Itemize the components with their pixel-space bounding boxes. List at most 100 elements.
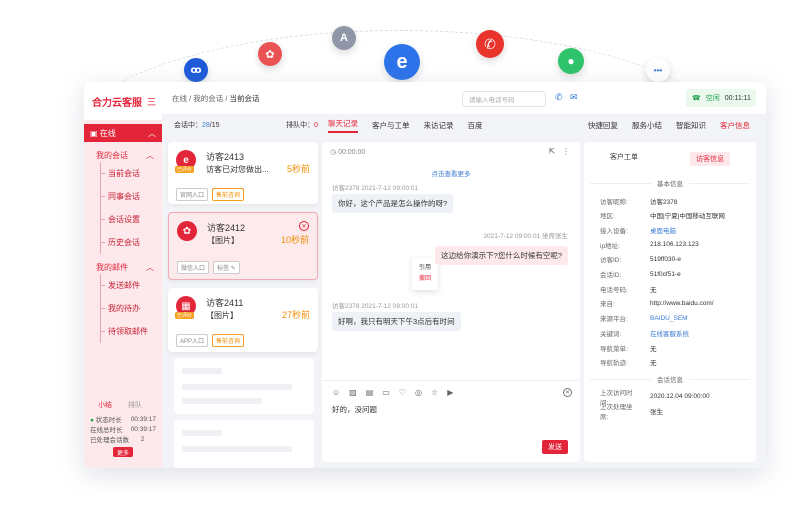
send-button[interactable]: 发送 (542, 440, 568, 454)
chevron-up-icon: ︿ (146, 262, 154, 272)
file-icon[interactable]: ▤ (366, 388, 383, 397)
session-card-active[interactable]: ✿ 访客2412 【图片】 10秒前 ✕ 微信入口 标签 ✎ (168, 212, 318, 280)
info-value[interactable]: 在线客服系统 (638, 328, 689, 338)
session-card[interactable]: ▦ 已评价 访客2411 【图片】 27秒前 APP入口 售前咨询 (168, 288, 318, 352)
tab-quick-reply[interactable]: 快捷回复 (588, 120, 618, 131)
session-card[interactable]: e 已评价 访客2413 访客已对您做出... 5秒前 官网入口 售前咨询 (168, 142, 318, 204)
info-label: ip地址: (600, 242, 620, 250)
info-label: 地区: (600, 213, 615, 221)
section-session-info: 会话信息 (584, 374, 756, 384)
message-time: 27秒前 (281, 310, 310, 320)
info-label: 来自: (600, 301, 615, 309)
nav-item-session-settings[interactable]: 会话设置 (84, 208, 162, 231)
nav-item-current-session[interactable]: 当前会话 (84, 162, 162, 185)
info-value[interactable]: BAIDU_SEM (638, 315, 688, 322)
info-row: 来自: http://www.baidu.com/ (584, 297, 714, 310)
message-input[interactable]: 好的，没问题 (332, 404, 377, 415)
info-tabs: 快捷回复 服务小结 智能知识 客户信息 (584, 114, 766, 136)
info-label: 导航轨迹: (600, 360, 628, 368)
video-icon[interactable]: ▶ (447, 388, 462, 397)
info-row: 导航菜单: 无 (584, 341, 657, 354)
message-meta: 2021-7-12 09:00:01 坐席张生 (483, 233, 568, 240)
nav-item-colleague-session[interactable]: 同事会话 (84, 185, 162, 208)
call-icon[interactable]: ✆ (555, 92, 563, 103)
tab-customer-ticket[interactable]: 客户与工单 (372, 120, 410, 131)
chat-body: ◷ 00:00:00 ⇱ ⋮ 点击查看更多 访客2378 2021-7-12 0… (322, 142, 580, 462)
composer-toolbar: ☺▨▤▭♡◎☆▶ (332, 388, 462, 397)
tab-queue[interactable]: 排队 (128, 400, 142, 410)
info-row: 来源平台: BAIDU_SEM (584, 312, 688, 325)
clock-icon: ◷ (330, 149, 337, 156)
more-vertical-icon[interactable]: ⋮ (562, 147, 570, 156)
edit-tag[interactable]: 标签 ✎ (213, 261, 240, 274)
tab-chat-history[interactable]: 聊天记录 (328, 118, 358, 133)
check-icon: ● (90, 417, 94, 424)
star-icon[interactable]: ☆ (431, 388, 447, 397)
weibo-icon: ✿ (258, 42, 282, 66)
info-label: 关键词: (600, 330, 622, 338)
weibo-icon: ✿ (177, 221, 197, 241)
nav-head-sessions[interactable]: 我的会话 ︿ (84, 148, 162, 162)
online-status[interactable]: ▣ 在线 ︿ (84, 124, 162, 142)
info-value: 无 (650, 286, 657, 294)
info-value: 张生 (650, 408, 663, 416)
subtab-visitor-info[interactable]: 访客信息 (690, 152, 730, 166)
quote-option[interactable]: 引用 (412, 263, 438, 274)
breadcrumb-current: 当前会话 (229, 93, 260, 103)
info-row: 访客昵称: 访客2378 (584, 194, 677, 207)
info-label: 上次处理坐席: (600, 403, 633, 421)
nav-item-my-todo[interactable]: 我的待办 (84, 297, 162, 320)
summary-row: 已处理会话数 2 (90, 435, 145, 445)
message-meta: 访客2378 2021-7-12 09:00:01 (332, 185, 419, 192)
tab-customer-info[interactable]: 客户信息 (720, 120, 750, 131)
evaluate-icon[interactable]: ◎ (415, 388, 431, 397)
breadcrumb-item[interactable]: 我的会话 (193, 94, 223, 103)
summary-panel: 小结 排队 ● 状态时长 00:39:17 在线总时长 00:39:17 已处理会话… (84, 396, 162, 468)
info-value: 访客2378 (650, 198, 678, 206)
mini-program-icon: ꝏ (184, 58, 208, 82)
heart-icon[interactable]: ♡ (399, 388, 415, 397)
info-value[interactable]: 桌面电脑 (638, 225, 676, 235)
revoke-option[interactable]: 撤回 (412, 274, 438, 285)
status-text: 空闲 (705, 95, 720, 102)
more-icon: ••• (646, 58, 670, 82)
entry-tag: 微信入口 (177, 261, 210, 274)
info-row: 接入设备: 桌面电脑 (584, 223, 676, 236)
menu-icon[interactable]: 三 (147, 95, 156, 108)
nav-item-unclaimed-mail[interactable]: 待领取邮件 (84, 320, 162, 343)
close-icon[interactable]: ✕ (299, 221, 309, 231)
tab-service-summary[interactable]: 服务小结 (632, 120, 662, 131)
breadcrumb-item[interactable]: 在线 (172, 94, 187, 103)
agent-message: 这边给你演示下?您什么时候有空呢? (435, 246, 568, 265)
nav-item-send-mail[interactable]: 发送邮件 (84, 274, 162, 297)
breadcrumb: 在线 / 我的会话 / 当前会话 (172, 93, 260, 103)
tab-baidu[interactable]: 百度 (468, 120, 483, 131)
mail-icon[interactable]: ✉ (570, 92, 578, 103)
close-icon[interactable]: ✕ (563, 388, 572, 397)
info-row: 会话ID: 51f0cf51-e (584, 268, 681, 281)
nav-item-history-session[interactable]: 历史会话 (84, 231, 162, 254)
folder-icon[interactable]: ▭ (382, 388, 399, 397)
load-more-link[interactable]: 点击查看更多 (322, 168, 580, 178)
more-button[interactable]: 更多 (113, 447, 133, 457)
tab-summary[interactable]: 小结 (98, 400, 112, 410)
agent-status[interactable]: ☎ 空闲 00:11:11 (686, 89, 756, 107)
info-value: 2020.12.04 09:00:00 (650, 393, 710, 400)
info-label: 电话号码: (600, 286, 628, 294)
tab-visit-record[interactable]: 来访记录 (424, 120, 454, 131)
chat-icon: ▣ (90, 128, 98, 138)
subtab-customer-ticket[interactable]: 客户工单 (610, 152, 638, 166)
session-placeholder (174, 358, 314, 414)
info-row: 关键词: 在线客服系统 (584, 326, 689, 339)
phone-input[interactable]: 请输入电话号码 (462, 91, 546, 107)
image-icon[interactable]: ▨ (349, 388, 366, 397)
info-value: 无 (650, 360, 657, 368)
chevron-up-icon: ︿ (148, 128, 156, 138)
tab-smart-knowledge[interactable]: 智能知识 (676, 120, 706, 131)
summary-row: ● 状态时长 00:39:17 (90, 415, 156, 425)
nav-head-mail[interactable]: 我的邮件 ︿ (84, 260, 162, 274)
chat-tabs: 聊天记录 客户与工单 来访记录 百度 (322, 114, 580, 136)
info-row: 访客ID: 519ff030-e (584, 253, 681, 266)
share-icon[interactable]: ⇱ (549, 147, 556, 156)
emoji-icon[interactable]: ☺ (332, 388, 349, 397)
